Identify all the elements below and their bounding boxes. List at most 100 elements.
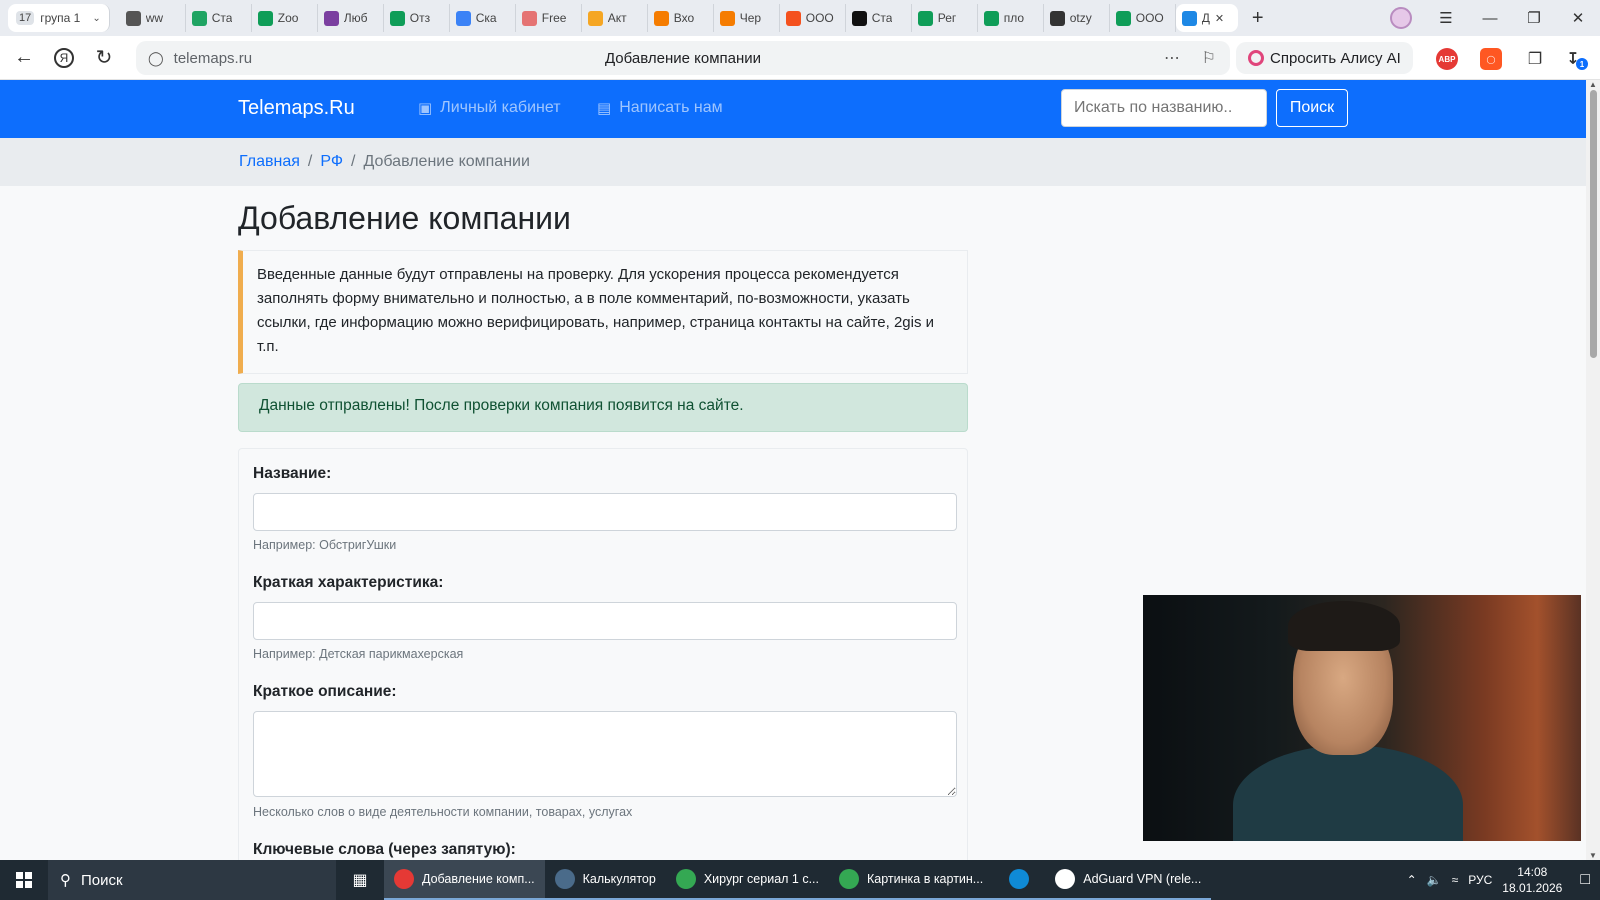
browser-tab-label: Ста: [211, 11, 233, 25]
description-textarea[interactable]: [253, 711, 957, 797]
picture-in-picture-video[interactable]: [1143, 595, 1581, 841]
taskbar-app[interactable]: [993, 860, 1046, 900]
menu-icon[interactable]: ☰: [1424, 9, 1468, 27]
browser-tab[interactable]: ООО: [1110, 4, 1176, 32]
browser-tab[interactable]: Ста: [846, 4, 912, 32]
taskbar-app[interactable]: Картинка в картин...: [829, 860, 994, 900]
restore-button[interactable]: ❐: [1512, 9, 1556, 27]
short-help: Например: Детская парикмахерская: [253, 647, 464, 661]
url-field[interactable]: ◯ telemaps.ru Добавление компании ⋯ ⚐: [136, 41, 1230, 75]
browser-tab[interactable]: пло: [978, 4, 1044, 32]
sheets-icon: [1115, 10, 1131, 26]
chrome-icon: [675, 869, 696, 889]
browser-tab-label: Акт: [607, 11, 627, 25]
loading-icon: [1049, 10, 1065, 26]
browser-tab[interactable]: Акт: [582, 4, 648, 32]
site-search-button[interactable]: Поиск: [1276, 89, 1348, 127]
browser-tab[interactable]: ООО: [780, 4, 846, 32]
scroll-up-icon[interactable]: ▲: [1589, 80, 1597, 89]
video-figure-body: [1233, 745, 1463, 841]
fire-icon: [785, 10, 801, 26]
chevron-up-icon[interactable]: ⌃: [1407, 873, 1417, 887]
opera-extension-icon[interactable]: ◯: [1480, 48, 1502, 70]
sheets-icon: [983, 10, 999, 26]
chat-icon: [587, 10, 603, 26]
browser-tab[interactable]: Zoo: [252, 4, 318, 32]
taskbar-search-label: Поиск: [81, 871, 123, 889]
k-icon: [851, 10, 867, 26]
taskbar-app-label: Картинка в картин...: [867, 872, 984, 886]
browser-tab[interactable]: ww: [120, 4, 186, 32]
clock-time: 14:08: [1517, 865, 1548, 879]
taskbar-search[interactable]: ⚲ Поиск: [48, 860, 336, 900]
new-tab-button[interactable]: +: [1244, 4, 1272, 32]
back-button[interactable]: ←: [4, 38, 44, 78]
more-icon[interactable]: ⋯: [1164, 48, 1180, 68]
breadcrumb-region-link[interactable]: РФ: [320, 153, 343, 171]
scroll-down-icon[interactable]: ▼: [1589, 851, 1597, 860]
taskbar-app[interactable]: Хирург сериал 1 с...: [665, 860, 830, 900]
page-scrollbar[interactable]: ▲ ▼: [1586, 80, 1600, 860]
taskbar-app[interactable]: AdGuard VPN (rele...: [1045, 860, 1212, 900]
start-button[interactable]: [0, 860, 48, 900]
diamond-icon: [455, 10, 471, 26]
browser-tab-label: Рег: [937, 11, 957, 25]
short-input[interactable]: [253, 602, 957, 640]
ask-alice-button[interactable]: Спросить Алису AI: [1236, 42, 1413, 74]
profile-avatar[interactable]: [1390, 7, 1412, 29]
nav-cabinet-link[interactable]: ▣ Личный кабинет: [418, 99, 561, 117]
edge-icon: [1009, 869, 1030, 889]
taskbar-app-label: Калькулятор: [582, 872, 656, 886]
browser-tab[interactable]: Вхо: [648, 4, 714, 32]
taskbar-app[interactable]: Калькулятор: [544, 860, 666, 900]
browser-tab-label: Д: [1201, 11, 1210, 25]
site-search-input[interactable]: [1061, 89, 1267, 127]
task-view-button[interactable]: ▦: [336, 870, 384, 890]
browser-tab[interactable]: Free: [516, 4, 582, 32]
adblock-plus-icon[interactable]: ABP: [1436, 48, 1458, 70]
shield-icon: [1181, 10, 1197, 26]
language-indicator[interactable]: РУС: [1468, 873, 1492, 887]
browser-tab[interactable]: Чер: [714, 4, 780, 32]
breadcrumb-home-link[interactable]: Главная: [239, 153, 300, 171]
sheets-icon: [257, 10, 273, 26]
windows-taskbar: ⚲ Поиск ▦ Добавление комп... Калькулятор Х…: [0, 860, 1600, 900]
site-brand-link[interactable]: Telemaps.Ru: [238, 97, 355, 120]
sheets-icon: [917, 10, 933, 26]
chevron-down-icon: ⌄: [92, 12, 101, 24]
system-tray: ⌃ 🔈 ≈ РУС 14:08 18.01.2026 □: [1407, 860, 1600, 900]
notifications-icon[interactable]: □: [1580, 871, 1590, 889]
browser-tab[interactable]: Д ✕: [1175, 4, 1238, 32]
name-label: Название:: [253, 465, 332, 482]
alice-icon: [1248, 50, 1264, 66]
browser-tab[interactable]: Ска: [450, 4, 516, 32]
browser-tab[interactable]: Отз: [384, 4, 450, 32]
browser-tab[interactable]: Люб: [318, 4, 384, 32]
page-title-in-bar: Добавление компании: [604, 49, 762, 67]
purple-icon: [323, 10, 339, 26]
scrollbar-thumb[interactable]: [1590, 90, 1597, 358]
close-window-button[interactable]: ✕: [1556, 9, 1600, 27]
volume-icon[interactable]: 🔈: [1427, 873, 1442, 887]
downloads-badge: 1: [1576, 58, 1588, 70]
browser-tab[interactable]: Ста: [186, 4, 252, 32]
browser-tab-strip: 17 група 1 ⌄ ww Ста Zoo Люб Отз Ска Free Акт Вхо…: [0, 0, 1600, 36]
collections-icon[interactable]: ❐: [1524, 48, 1546, 70]
site-info-icon[interactable]: ◯: [148, 50, 164, 67]
bookmark-icon[interactable]: ⚐: [1202, 48, 1216, 68]
taskbar-app[interactable]: Добавление комп...: [384, 860, 545, 900]
breadcrumb: Главная / РФ / Добавление компании: [0, 138, 1586, 186]
clock[interactable]: 14:08 18.01.2026: [1502, 864, 1562, 896]
site-navbar: Telemaps.Ru ▣ Личный кабинет ▤ Написать …: [0, 80, 1586, 138]
tab-group[interactable]: 17 група 1 ⌄: [8, 4, 110, 32]
nav-write-link[interactable]: ▤ Написать нам: [597, 99, 723, 117]
browser-tab[interactable]: Рег: [912, 4, 978, 32]
minimize-button[interactable]: —: [1468, 10, 1512, 27]
close-tab-icon[interactable]: ✕: [1215, 12, 1224, 25]
yandex-home-button[interactable]: Я: [44, 38, 84, 78]
nav-write-label: Написать нам: [619, 99, 723, 116]
network-icon[interactable]: ≈: [1452, 873, 1459, 887]
name-input[interactable]: [253, 493, 957, 531]
browser-tab[interactable]: otzy: [1044, 4, 1110, 32]
reload-button[interactable]: ↻: [84, 38, 124, 78]
